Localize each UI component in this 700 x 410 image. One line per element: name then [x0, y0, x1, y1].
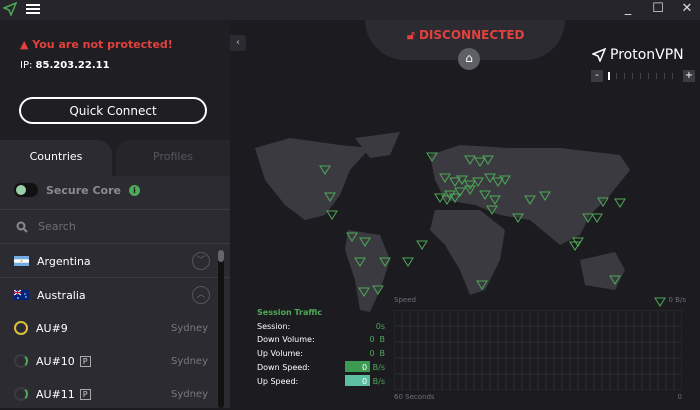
server-city: Sydney	[170, 388, 208, 400]
traffic-label: Down Volume:	[257, 335, 315, 345]
secure-core-label: Secure Core	[46, 183, 121, 197]
secure-core: Secure Core i	[14, 183, 140, 197]
server-marker-icon[interactable]	[614, 198, 626, 208]
ip-address: IP: 85.203.22.11	[20, 60, 110, 71]
session-traffic-title: Session Traffic	[257, 308, 323, 317]
plus-badge: P	[79, 388, 91, 400]
server-name: AU#9	[36, 321, 68, 335]
warning-text: You are not protected!	[32, 38, 173, 51]
zoom-slider[interactable]	[606, 71, 680, 81]
traffic-row-up-speed: Up Speed: 0 B/s	[257, 374, 385, 389]
graph-x-end: 0	[677, 393, 682, 401]
up-speed-value: 0	[345, 374, 371, 386]
server-marker-icon[interactable]	[402, 257, 414, 267]
speed-graph: Speed 0 B/s 60 Seconds 0	[394, 296, 686, 401]
server-row[interactable]: AU#11 P Sydney	[0, 378, 216, 410]
traffic-unit: B/s	[372, 376, 385, 386]
traffic-label: Up Volume:	[257, 349, 303, 359]
scrollbar-thumb[interactable]	[218, 250, 224, 262]
close-button[interactable]: ✕	[677, 1, 697, 16]
traffic-label: Session:	[257, 321, 291, 331]
hamburger-menu-icon[interactable]	[26, 2, 40, 16]
server-city: Sydney	[170, 355, 208, 367]
maximize-button[interactable]: ☐	[648, 1, 668, 16]
traffic-unit: B	[379, 335, 386, 345]
divider	[0, 277, 230, 278]
map-zoom-control: - +	[591, 70, 695, 82]
ip-value: 85.203.22.11	[35, 60, 110, 71]
search-input[interactable]: Search	[16, 220, 76, 233]
search-placeholder: Search	[38, 220, 76, 233]
traffic-row-up-volume: Up Volume: 0 B	[257, 347, 385, 361]
session-traffic: Session Traffic Session: 0s Down Volume: 0…	[257, 306, 385, 388]
traffic-value: 0	[369, 335, 375, 345]
zoom-in-button[interactable]: +	[683, 70, 695, 82]
brand: ProtonVPN	[592, 47, 684, 63]
connection-status: 🔓︎ DISCONNECTED	[407, 28, 524, 43]
country-row-argentina[interactable]: Argentina ﹀	[0, 245, 216, 277]
argentina-flag-icon	[14, 256, 29, 266]
unlocked-icon: 🔓︎	[407, 28, 419, 42]
server-load-icon	[14, 321, 28, 335]
chevron-down-icon[interactable]: ﹀	[192, 252, 210, 270]
chevron-up-icon[interactable]: ︿	[192, 286, 210, 304]
traffic-value: 0s	[375, 321, 385, 331]
server-city: Sydney	[170, 322, 208, 334]
server-marker-icon[interactable]	[591, 213, 603, 223]
traffic-row-down-speed: Down Speed: 0 B/s	[257, 360, 385, 375]
server-load-icon	[14, 387, 28, 401]
graph-x-label: 60 Seconds	[394, 393, 435, 401]
connection-status-panel: ▲ You are not protected! IP: 85.203.22.1…	[0, 20, 230, 140]
down-speed-value: 0	[345, 360, 371, 372]
server-name: AU#10	[36, 354, 75, 368]
info-icon[interactable]: i	[128, 184, 140, 196]
secure-core-toggle[interactable]	[14, 183, 38, 197]
country-name: Australia	[37, 288, 86, 302]
traffic-label: Down Speed:	[257, 362, 310, 372]
server-load-icon	[14, 354, 28, 368]
server-row[interactable]: AU#9 Sydney	[0, 312, 216, 344]
server-name: AU#11	[36, 387, 75, 401]
home-button[interactable]: ⌂	[458, 48, 480, 70]
server-row[interactable]: AU#10 P Sydney	[0, 345, 216, 377]
protonvpn-logo-icon	[592, 48, 606, 62]
scrollbar[interactable]	[218, 250, 224, 408]
graph-grid	[394, 310, 682, 390]
connection-status-text: DISCONNECTED	[418, 28, 525, 42]
zoom-out-button[interactable]: -	[591, 70, 603, 82]
traffic-row-session: Session: 0s	[257, 320, 385, 334]
server-marker-icon[interactable]	[326, 210, 338, 220]
warning-icon: ▲	[20, 38, 33, 51]
traffic-value: 0	[369, 349, 375, 359]
graph-title: Speed	[394, 296, 416, 304]
home-icon: ⌂	[465, 51, 473, 65]
plus-badge: P	[79, 355, 91, 367]
country-name: Argentina	[37, 254, 91, 268]
zoom-slider-thumb	[608, 72, 610, 80]
tab-profiles[interactable]: Profiles	[116, 140, 230, 176]
divider	[0, 243, 230, 244]
not-protected-warning: ▲ You are not protected!	[20, 38, 173, 51]
australia-flag-icon	[14, 290, 29, 300]
sidebar: ▲ You are not protected! IP: 85.203.22.1…	[0, 20, 230, 408]
country-row-australia[interactable]: Australia ︿	[0, 279, 216, 311]
graph-y-unit: 0 B/s	[668, 296, 687, 304]
traffic-row-down-volume: Down Volume: 0 B	[257, 333, 385, 347]
tabs: Profiles Countries	[0, 140, 230, 176]
divider	[0, 209, 230, 210]
continents	[255, 132, 630, 312]
ip-label: IP:	[20, 60, 33, 71]
server-marker-icon[interactable]	[416, 240, 428, 250]
traffic-unit: B/s	[372, 362, 385, 372]
traffic-unit: B	[379, 349, 386, 359]
quick-connect-button[interactable]: Quick Connect	[19, 97, 207, 124]
tab-countries[interactable]: Countries	[0, 140, 112, 176]
protonvpn-logo-icon	[3, 2, 17, 16]
minimize-button[interactable]: _	[618, 1, 638, 16]
traffic-label: Up Speed:	[257, 376, 299, 386]
brand-name: ProtonVPN	[610, 47, 684, 63]
search-icon	[16, 221, 28, 233]
title-bar: _ ☐ ✕	[0, 0, 700, 20]
